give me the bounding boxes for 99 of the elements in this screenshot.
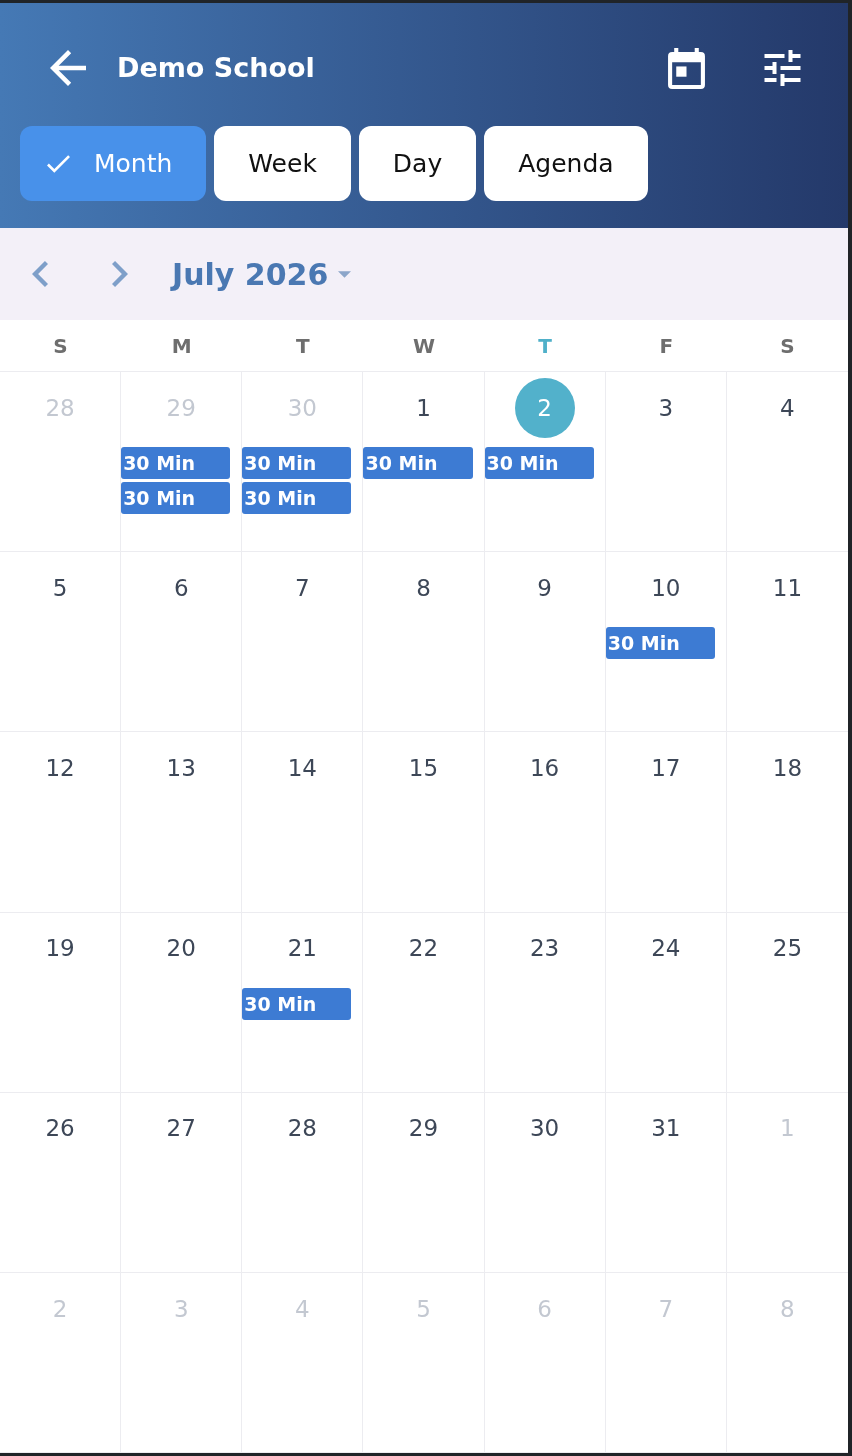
day-number: 5 [416,1294,431,1324]
view-tab[interactable]: Agenda [484,126,648,201]
day-cell[interactable]: 29 [363,1092,485,1273]
day-number: 8 [416,573,431,603]
day-cell[interactable]: 14 [242,732,364,913]
day-cell[interactable]: 22 [363,912,485,1093]
day-number: 13 [166,754,196,784]
day-cell[interactable]: 30 [484,1092,606,1273]
event-chip[interactable]: 30 Min [121,482,231,514]
day-cell[interactable]: 24 [605,912,727,1093]
day-cell[interactable]: 28 [242,1092,364,1273]
weekday-label: W [412,332,435,360]
day-cell[interactable]: 25 [726,912,848,1093]
view-tab[interactable]: Day [358,126,477,201]
day-number: 19 [45,934,75,964]
day-number: 3 [658,393,674,423]
day-number: 17 [651,754,681,784]
day-cell[interactable]: 16 [484,732,606,913]
weekday-label: T [296,332,310,360]
day-cell[interactable]: 4 [726,372,848,553]
day-number: 4 [780,393,795,423]
day-number: 6 [537,1294,552,1324]
day-cell[interactable]: 9 [484,552,606,733]
day-number: 7 [295,573,310,603]
event-chip[interactable]: 30 Min [121,447,231,479]
day-number: 10 [651,573,681,603]
day-cell[interactable]: 30 30 Min 30 Min [242,372,364,553]
day-number: 14 [287,754,317,784]
day-cell[interactable]: 1 30 Min [363,372,485,553]
day-cell[interactable]: 31 [605,1092,727,1273]
day-number: 9 [537,573,552,603]
calendar-icon[interactable] [668,47,705,89]
app-title: Demo School [117,50,315,85]
event-chip[interactable]: 30 Min [242,447,352,479]
day-cell[interactable]: 15 [363,732,485,913]
day-number: 1 [780,1114,795,1144]
day-cell[interactable]: 26 [0,1092,122,1273]
day-cell[interactable]: 10 30 Min [605,552,727,733]
day-cell[interactable]: 23 [484,912,606,1093]
day-number: 2 [514,378,575,438]
day-cell[interactable]: 20 [121,912,243,1093]
back-arrow-icon[interactable] [50,50,86,86]
day-number: 27 [166,1114,196,1144]
day-cell[interactable]: 8 [363,552,485,733]
day-number: 23 [530,934,560,964]
day-cell[interactable]: 18 [726,732,848,913]
day-number: 1 [416,393,431,423]
day-number: 28 [45,393,75,423]
event-chip[interactable]: 30 Min [242,482,352,514]
day-number: 30 [530,1114,560,1144]
day-number: 25 [772,934,803,964]
day-number: 7 [658,1294,674,1324]
event-chip[interactable]: 30 Min [484,447,594,479]
view-tab[interactable]: Week [214,126,351,201]
day-cell[interactable]: 12 [0,732,122,913]
weekday-label: S [53,332,68,360]
day-cell[interactable]: 3 [605,372,727,553]
day-number: 3 [173,1294,189,1324]
month-title[interactable]: July 2026 [172,251,329,297]
day-cell[interactable]: 11 [726,552,848,733]
event-chip[interactable]: 30 Min [605,627,715,660]
day-number: 29 [166,393,196,423]
day-number: 26 [45,1114,75,1144]
day-number: 16 [530,754,560,784]
day-cell[interactable]: 21 30 Min [242,912,364,1093]
weekday-label: F [659,332,674,360]
day-cell[interactable]: 5 [0,552,122,733]
day-number: 12 [45,754,75,784]
day-number: 22 [408,934,439,964]
day-number: 5 [52,573,68,603]
day-number: 15 [408,754,439,784]
day-cell[interactable]: 2 30 Min [484,372,606,553]
day-number: 18 [772,754,803,784]
day-number: 29 [408,1114,439,1144]
day-number: 21 [287,934,317,964]
day-number: 11 [772,573,803,603]
day-cell[interactable]: 27 [121,1092,243,1273]
day-number: 6 [173,573,189,603]
weekday-label: S [780,332,795,360]
day-cell[interactable]: 19 [0,912,122,1093]
event-chip[interactable]: 30 Min [242,987,352,1020]
day-cell[interactable]: 13 [121,732,243,913]
check-icon [47,154,70,173]
day-number: 28 [287,1114,317,1144]
day-cell[interactable]: 17 [605,732,727,913]
day-cell[interactable]: 7 [242,552,364,733]
event-chip[interactable]: 30 Min [363,447,473,479]
day-number: 30 [287,393,317,423]
day-number: 24 [651,934,681,964]
day-cell[interactable]: 29 30 Min 30 Min [121,372,243,553]
weekday-label: T [538,332,552,360]
day-number: 2 [52,1294,68,1324]
day-cell[interactable]: 6 [121,552,243,733]
day-number: 4 [295,1294,310,1324]
day-number: 8 [780,1294,795,1324]
settings-sliders-icon[interactable] [764,50,801,86]
weekday-label: M [171,332,192,360]
day-number: 31 [651,1114,681,1144]
day-number: 20 [166,934,196,964]
